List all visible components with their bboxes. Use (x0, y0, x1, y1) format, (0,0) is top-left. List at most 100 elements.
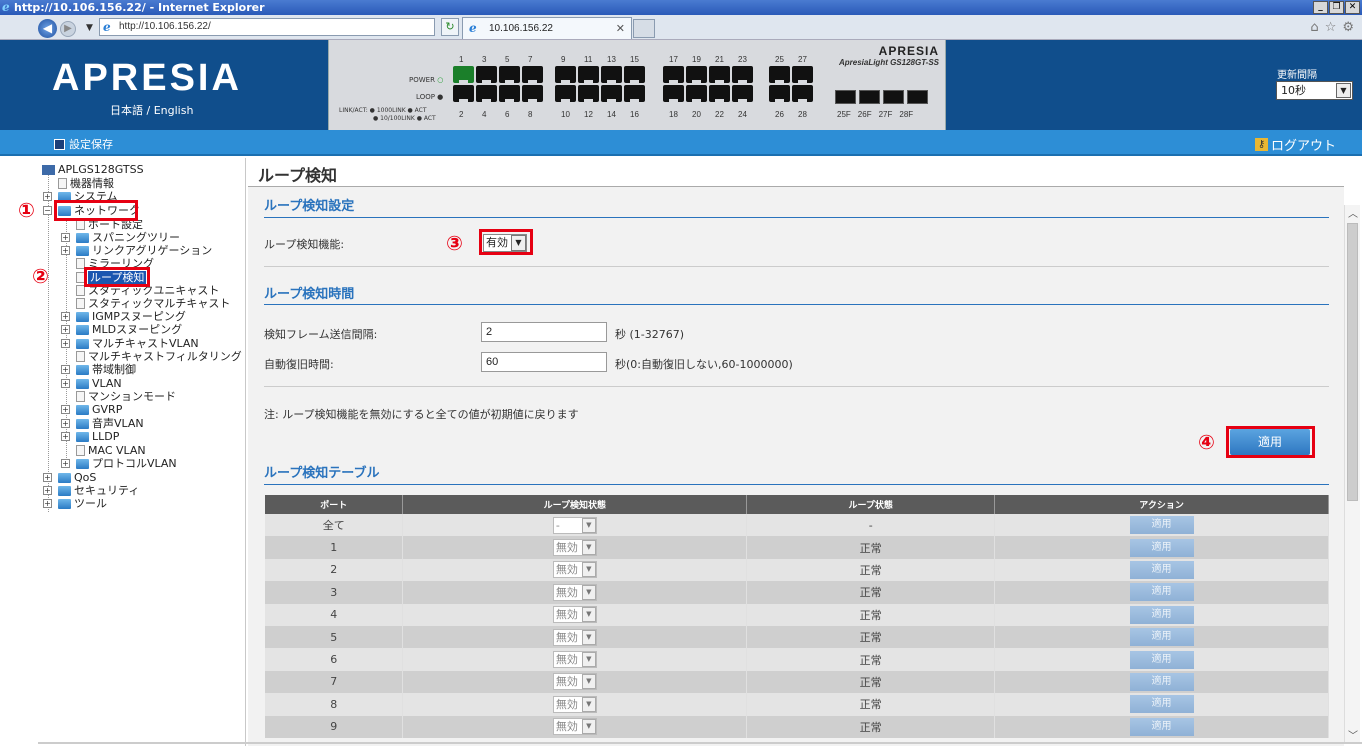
tree-item[interactable]: GVRP (76, 403, 122, 416)
row-apply-button[interactable]: 適用 (1129, 538, 1194, 557)
port[interactable] (686, 66, 707, 84)
sfp-port[interactable] (907, 90, 928, 104)
row-apply-button[interactable]: 適用 (1129, 516, 1194, 535)
tree-item[interactable]: スパニングツリー (76, 231, 180, 244)
tab-close-icon[interactable]: ✕ (616, 22, 625, 35)
row-apply-button[interactable]: 適用 (1129, 583, 1194, 602)
tree-expand-toggle[interactable]: + (61, 459, 70, 468)
chevron-down-icon[interactable]: ▼ (581, 584, 596, 600)
tree-item[interactable]: LLDP (76, 430, 119, 443)
port[interactable] (709, 66, 730, 84)
port[interactable] (663, 85, 684, 103)
tree-expand-toggle[interactable]: + (61, 379, 70, 388)
port[interactable] (792, 85, 813, 103)
detect-state-select[interactable]: 無効 ▼ (552, 539, 597, 557)
back-arrow-icon[interactable]: ◀ (38, 19, 57, 38)
interval-input[interactable]: 2 (481, 322, 607, 342)
save-config-button[interactable]: 設定保存 (54, 136, 113, 152)
tree-item[interactable]: 音声VLAN (76, 417, 144, 430)
settings-gear-icon[interactable]: ⚙ (1342, 20, 1354, 35)
detect-state-select[interactable]: 無効 ▼ (552, 606, 597, 624)
tree-item[interactable]: スタティックマルチキャスト (76, 297, 230, 310)
detect-state-select[interactable]: 無効 ▼ (552, 695, 597, 713)
port[interactable] (792, 66, 813, 84)
new-tab-button[interactable] (633, 19, 655, 38)
language-switch[interactable]: 日本語 / English (110, 102, 193, 118)
refresh-icon[interactable]: ↻ (441, 18, 459, 36)
chevron-down-icon[interactable]: ▼ (581, 517, 596, 533)
tree-expand-toggle[interactable]: + (61, 233, 70, 242)
detect-state-select[interactable]: 無効 ▼ (552, 651, 597, 669)
tree-item[interactable]: ツール (58, 497, 107, 510)
port[interactable] (522, 66, 543, 84)
detect-state-select[interactable]: - ▼ (552, 516, 597, 534)
tree-expand-toggle[interactable]: + (43, 192, 52, 201)
port[interactable] (578, 85, 599, 103)
chevron-down-icon[interactable]: ▼ (581, 674, 596, 690)
tree-expand-toggle[interactable]: + (61, 419, 70, 428)
vertical-scrollbar[interactable]: ︿ ﹀ (1344, 205, 1360, 742)
tree-item[interactable]: 帯域制御 (76, 363, 136, 376)
tree-item[interactable]: QoS (58, 471, 96, 484)
port[interactable] (769, 85, 790, 103)
tree-expand-toggle[interactable]: + (43, 473, 52, 482)
port[interactable] (499, 66, 520, 84)
row-apply-button[interactable]: 適用 (1129, 628, 1194, 647)
sfp-port[interactable] (835, 90, 856, 104)
port[interactable] (769, 66, 790, 84)
tree-item[interactable]: プロトコルVLAN (76, 457, 177, 470)
favorites-star-icon[interactable]: ☆ (1325, 20, 1337, 35)
detect-state-select[interactable]: 無効 ▼ (552, 628, 597, 646)
row-apply-button[interactable]: 適用 (1129, 560, 1194, 579)
row-apply-button[interactable]: 適用 (1129, 695, 1194, 714)
port[interactable] (732, 66, 753, 84)
tree-item[interactable]: 機器情報 (58, 177, 114, 190)
tree-item[interactable]: VLAN (76, 377, 122, 390)
maximize-button[interactable]: ❐ (1329, 1, 1344, 14)
browser-tab[interactable]: e 10.106.156.22 ✕ (462, 17, 632, 39)
forward-arrow-icon[interactable]: ▶ (60, 21, 76, 37)
chevron-down-icon[interactable]: ▼ (581, 562, 596, 578)
close-button[interactable]: ✕ (1345, 1, 1360, 14)
tree-expand-toggle[interactable]: + (43, 486, 52, 495)
tree-expand-toggle[interactable]: + (61, 339, 70, 348)
port[interactable] (601, 85, 622, 103)
row-apply-button[interactable]: 適用 (1129, 650, 1194, 669)
port[interactable] (499, 85, 520, 103)
home-icon[interactable]: ⌂ (1310, 20, 1318, 35)
address-url[interactable]: http://10.106.156.22/ (119, 21, 211, 32)
detect-state-select[interactable]: 無効 ▼ (552, 673, 597, 691)
tree-item[interactable]: リンクアグリゲーション (76, 244, 212, 257)
chevron-down-icon[interactable]: ▼ (581, 696, 596, 712)
tree-item[interactable]: MAC VLAN (76, 444, 146, 457)
row-apply-button[interactable]: 適用 (1129, 605, 1194, 624)
refresh-interval-select[interactable]: 10秒 ▼ (1276, 81, 1353, 100)
tree-expand-toggle[interactable]: + (43, 499, 52, 508)
history-dropdown-icon[interactable]: ▼ (86, 23, 93, 33)
recovery-time-input[interactable]: 60 (481, 352, 607, 372)
tree-item[interactable]: マルチキャストフィルタリング (76, 350, 242, 363)
detect-state-select[interactable]: 無効 ▼ (552, 583, 597, 601)
port[interactable] (686, 85, 707, 103)
tree-expand-toggle[interactable]: + (61, 405, 70, 414)
tree-expand-toggle[interactable]: + (61, 432, 70, 441)
tree-item[interactable]: マルチキャストVLAN (76, 337, 199, 350)
row-apply-button[interactable]: 適用 (1129, 717, 1194, 736)
chevron-down-icon[interactable]: ▼ (581, 607, 596, 623)
detect-state-select[interactable]: 無効 ▼ (552, 718, 597, 736)
tree-item[interactable]: MLDスヌーピング (76, 323, 182, 336)
chevron-down-icon[interactable]: ▼ (581, 629, 596, 645)
port[interactable] (624, 66, 645, 84)
port[interactable] (555, 66, 576, 84)
tree-item[interactable]: IGMPスヌーピング (76, 310, 186, 323)
port[interactable] (453, 66, 474, 84)
sfp-port[interactable] (859, 90, 880, 104)
tree-expand-toggle[interactable]: + (61, 365, 70, 374)
port[interactable] (522, 85, 543, 103)
chevron-down-icon[interactable]: ▼ (581, 719, 596, 735)
minimize-button[interactable]: _ (1313, 1, 1328, 14)
tree-expand-toggle[interactable]: + (61, 246, 70, 255)
chevron-down-icon[interactable]: ▼ (1336, 83, 1351, 98)
scroll-up-icon[interactable]: ︿ (1348, 205, 1358, 220)
port[interactable] (732, 85, 753, 103)
